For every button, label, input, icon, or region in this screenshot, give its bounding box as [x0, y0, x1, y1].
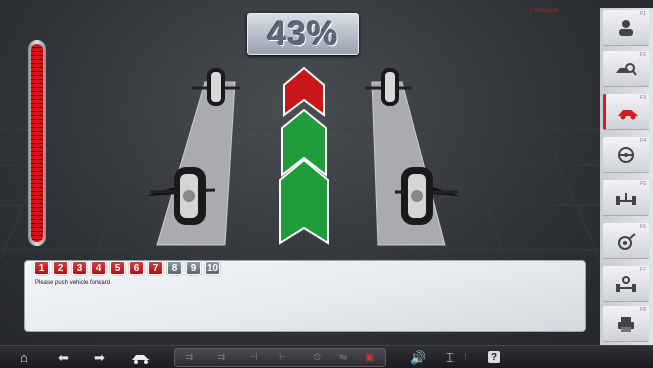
axle-adjust-icon — [616, 275, 636, 292]
sidebar-button-f3[interactable]: F3 — [603, 94, 649, 130]
jack-icon[interactable]: ⌶ — [446, 350, 454, 365]
fkey-label: F8 — [640, 307, 646, 313]
corner-note: © Beissbarth — [530, 8, 559, 14]
tool-icon: ⇋ — [339, 352, 348, 363]
step-badge: 3 — [72, 261, 87, 275]
tool-icon: ▣ — [365, 352, 375, 363]
person-icon — [619, 19, 633, 36]
progress-percent-text: 43% — [267, 14, 339, 53]
arrow-red — [283, 66, 325, 117]
step-badge: 8 — [167, 261, 182, 275]
fkey-label: F4 — [640, 138, 646, 144]
sidebar-button-f5[interactable]: F5 — [603, 180, 649, 216]
step-badge: 5 — [110, 261, 125, 275]
wheel-adjust-icon — [618, 232, 636, 250]
step-badge: 4 — [91, 261, 106, 275]
sidebar-button-f7[interactable]: F7 — [603, 266, 649, 302]
rear-left-wheel — [146, 167, 216, 225]
help-icon[interactable]: ? — [488, 351, 500, 363]
tool-icon: ⇉ — [217, 352, 226, 363]
level-meter — [28, 40, 46, 246]
alignment-screen: 43% © Beissbarth 1 2 3 4 5 6 7 8 9 10 Please push… — [0, 0, 653, 368]
tool-icon: ⊣ — [249, 352, 258, 363]
level-meter-bar — [31, 44, 43, 242]
rear-right-wheel — [395, 167, 460, 225]
fkey-label: F2 — [640, 52, 646, 58]
step-badge: 10 — [205, 261, 220, 275]
fkey-label: F1 — [640, 11, 646, 17]
tool-icon: ⇉ — [185, 352, 194, 363]
arrow-green-2 — [279, 158, 329, 245]
tool-icon: ⊢ — [279, 352, 288, 363]
alert-icon: ! — [464, 352, 467, 363]
fkey-label: F5 — [640, 181, 646, 187]
steering-wheel-icon — [618, 146, 634, 163]
step-badge: 9 — [186, 261, 201, 275]
instruction-message: Please push vehicle forward — [35, 280, 111, 286]
step-badge: 1 — [34, 261, 49, 275]
fkey-label: F6 — [640, 224, 646, 230]
instruction-panel: 1 2 3 4 5 6 7 8 9 10 Please push vehicle forward — [24, 260, 586, 332]
fkey-label: F3 — [640, 95, 646, 101]
step-badge: 7 — [148, 261, 163, 275]
progress-percent-display: 43% — [247, 13, 359, 55]
progress-arrows — [279, 66, 329, 245]
function-sidebar: F1 F2 F3 F4 F5 F6 F7 F8 — [600, 8, 653, 345]
sidebar-button-f1[interactable]: F1 — [603, 10, 649, 46]
step-indicator: 1 2 3 4 5 6 7 8 9 10 — [34, 261, 220, 275]
axle-icon — [616, 192, 636, 205]
step-badge: 6 — [129, 261, 144, 275]
car-measure-icon — [617, 109, 638, 119]
sound-icon[interactable]: 🔊 — [410, 350, 426, 365]
home-icon[interactable]: ⌂ — [20, 350, 28, 365]
vehicle-search-icon — [616, 62, 637, 76]
sidebar-button-f4[interactable]: F4 — [603, 137, 649, 173]
car-lift-icon[interactable] — [131, 350, 151, 365]
bottom-toolbar: ⌂ ⬅ ➡ ⇉ ⇉ ⊣ ⊢ ⊙ ⇋ ▣ 🔊 ⌶ ! ? — [0, 345, 653, 368]
tool-icon: ⊙ — [313, 352, 322, 363]
forward-arrow-icon[interactable]: ➡ — [94, 350, 105, 365]
printer-icon — [618, 316, 634, 332]
sidebar-button-f6[interactable]: F6 — [603, 223, 649, 259]
step-badge: 2 — [53, 261, 68, 275]
disabled-tool-group: ⇉ ⇉ ⊣ ⊢ ⊙ ⇋ ▣ — [174, 348, 386, 367]
back-arrow-icon[interactable]: ⬅ — [58, 350, 69, 365]
fkey-label: F7 — [640, 267, 646, 273]
sidebar-button-f8[interactable]: F8 — [603, 306, 649, 342]
sidebar-button-f2[interactable]: F2 — [603, 51, 649, 87]
